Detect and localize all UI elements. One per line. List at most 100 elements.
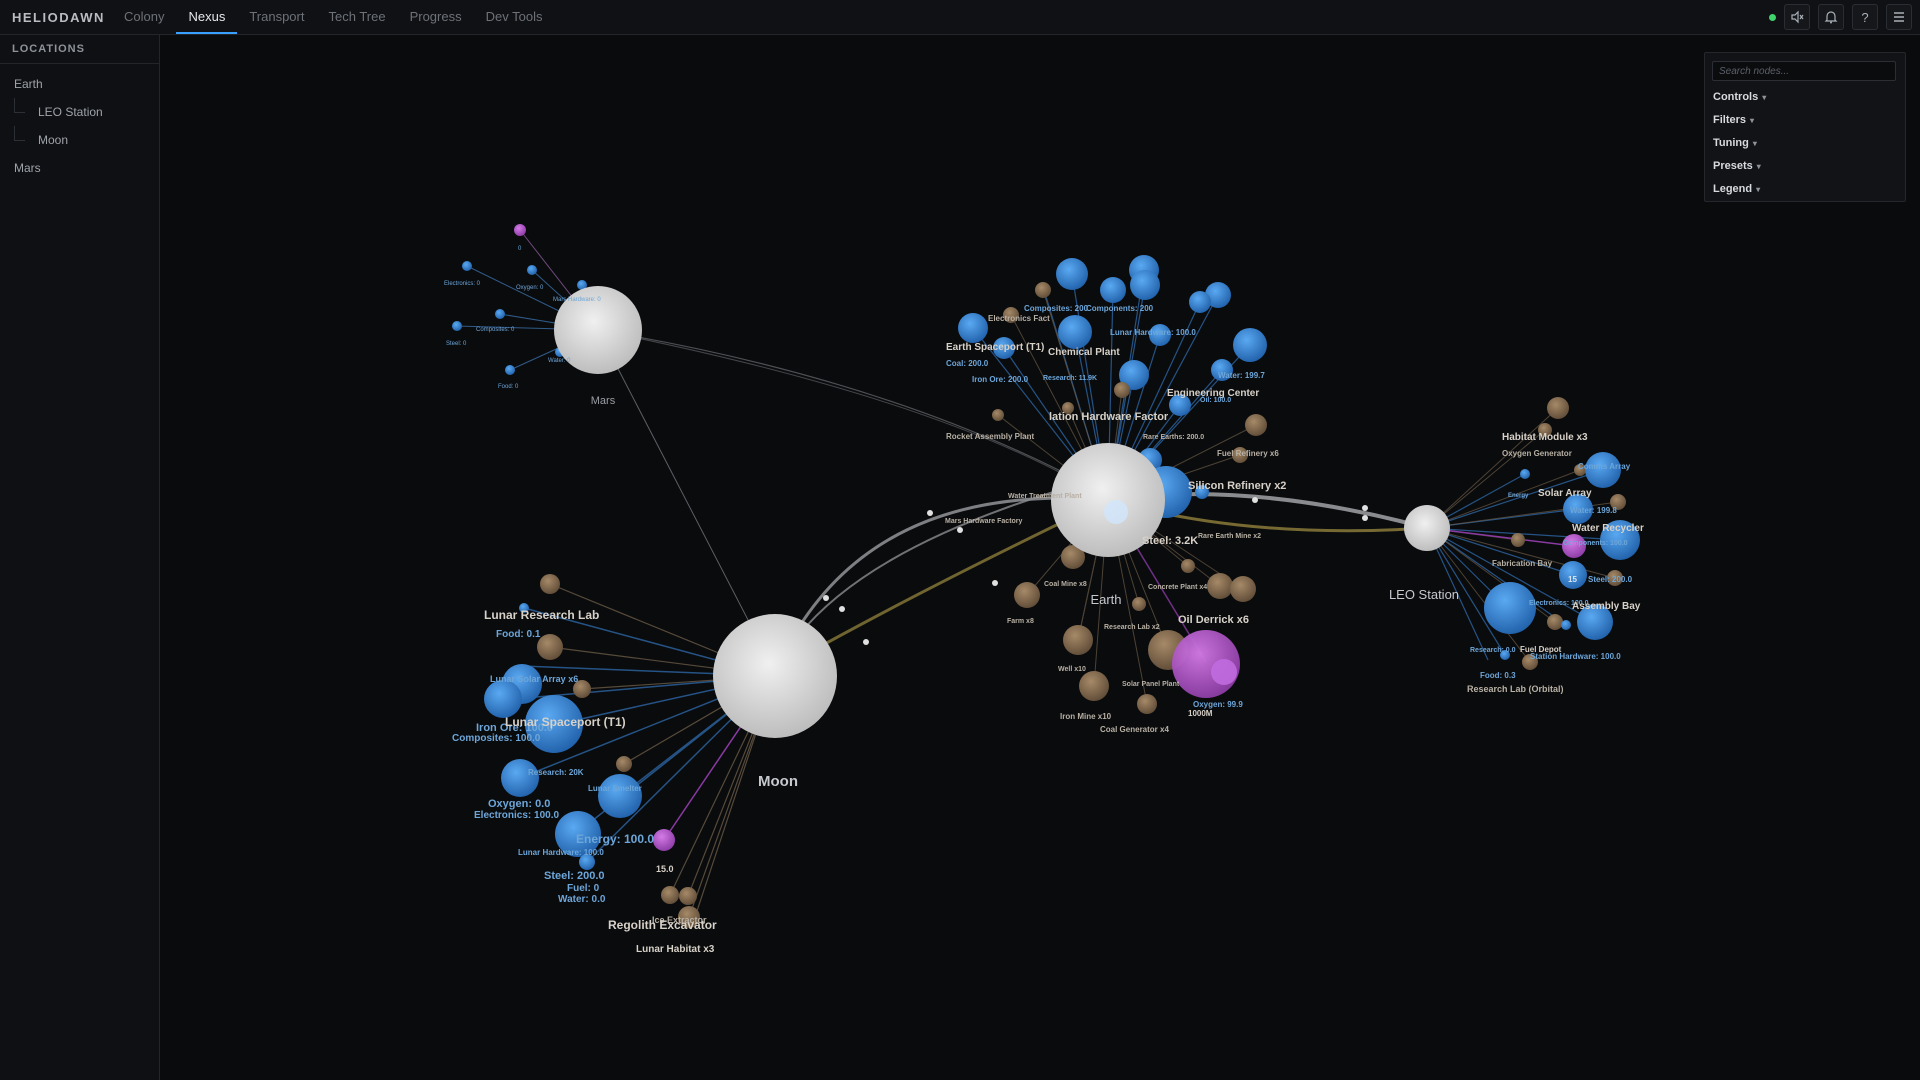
moon-node-iron-ore[interactable] bbox=[484, 680, 522, 718]
leo-label: Steel: 200.0 bbox=[1588, 575, 1633, 584]
tab-colony[interactable]: Colony bbox=[112, 0, 176, 34]
earth-node-lunar-hw[interactable] bbox=[1130, 270, 1160, 300]
leo-label: Assembly Bay bbox=[1572, 601, 1641, 612]
leo-node-habitat[interactable] bbox=[1547, 397, 1569, 419]
earth-node-farm[interactable] bbox=[1014, 582, 1040, 608]
chevron-down-icon: ▾ bbox=[1756, 162, 1761, 171]
earth-label: Chemical Plant bbox=[1048, 347, 1120, 358]
legend-dropdown[interactable]: Legend ▾ bbox=[1713, 183, 1760, 195]
presets-dropdown[interactable]: Presets ▾ bbox=[1713, 160, 1761, 172]
earth-node-well[interactable] bbox=[1063, 625, 1093, 655]
moon-node-ice-b[interactable] bbox=[679, 887, 697, 905]
sidebar-item-moon[interactable]: Moon bbox=[0, 126, 159, 154]
leo-label: Water: 199.8 bbox=[1570, 506, 1617, 515]
tuning-label: Tuning bbox=[1713, 137, 1749, 149]
menu-icon[interactable] bbox=[1886, 4, 1912, 30]
chevron-down-icon: ▾ bbox=[1762, 93, 1767, 102]
earth-node-b4[interactable] bbox=[992, 409, 1004, 421]
earth-node-misc[interactable] bbox=[1189, 291, 1211, 313]
top-bar: HELIODAWN Colony Nexus Transport Tech Tr… bbox=[0, 0, 1920, 35]
legend-label: Legend bbox=[1713, 183, 1753, 195]
filters-dropdown[interactable]: Filters ▾ bbox=[1713, 114, 1754, 126]
help-icon[interactable]: ? bbox=[1852, 4, 1878, 30]
leo-node-fuel-depot[interactable] bbox=[1547, 614, 1563, 630]
moon-label: Water: 0.0 bbox=[558, 894, 606, 905]
leo-hub[interactable] bbox=[1404, 505, 1450, 551]
tab-tech-tree[interactable]: Tech Tree bbox=[316, 0, 397, 34]
mars-node-oxygen[interactable] bbox=[527, 265, 537, 275]
leo-label: Habitat Module x3 bbox=[1502, 432, 1588, 443]
earth-node-b1[interactable] bbox=[1035, 282, 1051, 298]
leo-label: Water Recycler bbox=[1572, 523, 1644, 534]
mars-node-composites[interactable] bbox=[495, 309, 505, 319]
earth-label: Solar Panel Plant bbox=[1122, 681, 1180, 688]
leo-node-electronics[interactable] bbox=[1484, 582, 1536, 634]
moon-label: 15.0 bbox=[656, 864, 674, 874]
moon-node-special[interactable] bbox=[653, 829, 675, 851]
earth-label: Coal Generator x4 bbox=[1100, 725, 1169, 734]
tab-progress[interactable]: Progress bbox=[398, 0, 474, 34]
earth-node-electronics[interactable] bbox=[1100, 277, 1126, 303]
earth-node-oxygen-small[interactable] bbox=[1211, 659, 1237, 685]
moon-label: Composites: 100.0 bbox=[452, 733, 541, 744]
tuning-dropdown[interactable]: Tuning ▾ bbox=[1713, 137, 1757, 149]
tab-dev-tools[interactable]: Dev Tools bbox=[474, 0, 555, 34]
leo-node-small[interactable] bbox=[1561, 620, 1571, 630]
earth-node-oil-derrick-b[interactable] bbox=[1230, 576, 1256, 602]
moon-node-research-lab[interactable] bbox=[540, 574, 560, 594]
moon-node-smelter[interactable] bbox=[616, 756, 632, 772]
mute-icon[interactable] bbox=[1784, 4, 1810, 30]
top-right-controls: ? bbox=[1769, 4, 1912, 30]
earth-node-chem[interactable] bbox=[1058, 315, 1092, 349]
nexus-graph[interactable]: Electronics: 0 Oxygen: 0 Mars Hardware: … bbox=[160, 35, 1920, 1080]
earth-node-concrete[interactable] bbox=[1181, 559, 1195, 573]
main-tabs: Colony Nexus Transport Tech Tree Progres… bbox=[112, 0, 554, 34]
earth-node-b5[interactable] bbox=[1114, 382, 1130, 398]
earth-node-water[interactable] bbox=[1233, 328, 1267, 362]
moon-label: Energy: 100.0 bbox=[576, 832, 654, 846]
tab-transport[interactable]: Transport bbox=[237, 0, 316, 34]
earth-node-coal[interactable] bbox=[958, 313, 988, 343]
moon-node-ice-a[interactable] bbox=[661, 886, 679, 904]
mars-cluster: Electronics: 0 Oxygen: 0 Mars Hardware: … bbox=[444, 224, 642, 407]
moon-node-food[interactable] bbox=[537, 634, 563, 660]
earth-node-research-lab[interactable] bbox=[1132, 597, 1146, 611]
controls-dropdown[interactable]: Controls ▾ bbox=[1713, 91, 1766, 103]
chevron-down-icon: ▾ bbox=[1750, 116, 1755, 125]
earth-node-b6[interactable] bbox=[1245, 414, 1267, 436]
mars-label: Mars Hardware: 0 bbox=[553, 297, 601, 303]
earth-label: lation Hardware Factor bbox=[1049, 411, 1169, 423]
mars-label: Oxygen: 0 bbox=[516, 285, 544, 291]
tab-nexus[interactable]: Nexus bbox=[176, 0, 238, 34]
earth-node-iron-mine[interactable] bbox=[1079, 671, 1109, 701]
earth-label: Well x10 bbox=[1058, 666, 1086, 673]
earth-node-composites[interactable] bbox=[1056, 258, 1088, 290]
earth-label: Rare Earth Mine x2 bbox=[1198, 533, 1261, 540]
moon-node-smelter-res[interactable] bbox=[598, 774, 642, 818]
chevron-down-icon: ▾ bbox=[1756, 185, 1761, 194]
sidebar-item-mars[interactable]: Mars bbox=[0, 154, 159, 182]
filters-label: Filters bbox=[1713, 114, 1747, 126]
chevron-down-icon: ▾ bbox=[1752, 139, 1757, 148]
mars-node-food[interactable] bbox=[505, 365, 515, 375]
moon-hub[interactable] bbox=[713, 614, 837, 738]
mars-label: Food: 0 bbox=[498, 384, 519, 390]
leo-label: Energy bbox=[1508, 493, 1529, 499]
moon-cluster: Lunar Research Lab Food: 0.1 Lunar Solar… bbox=[452, 574, 837, 955]
leo-node-fab[interactable] bbox=[1511, 533, 1525, 547]
mars-node-electronics[interactable] bbox=[462, 261, 472, 271]
moon-node-oxygen[interactable] bbox=[501, 759, 539, 797]
leo-node-energy[interactable] bbox=[1520, 469, 1530, 479]
mars-node-special[interactable] bbox=[514, 224, 526, 236]
earth-node-coal-gen[interactable] bbox=[1137, 694, 1157, 714]
mars-node-steel[interactable] bbox=[452, 321, 462, 331]
bell-icon[interactable] bbox=[1818, 4, 1844, 30]
search-nodes-input[interactable] bbox=[1712, 61, 1896, 81]
sidebar-item-leo-station[interactable]: LEO Station bbox=[0, 98, 159, 126]
earth-label: Iron Mine x10 bbox=[1060, 712, 1112, 721]
leo-label: Comms Array bbox=[1578, 462, 1631, 471]
earth-node-oil-derrick-a[interactable] bbox=[1207, 573, 1233, 599]
earth-label: Oil: 100.0 bbox=[1200, 397, 1231, 404]
moon-label: Steel: 200.0 bbox=[544, 870, 605, 882]
sidebar-item-earth[interactable]: Earth bbox=[0, 70, 159, 98]
